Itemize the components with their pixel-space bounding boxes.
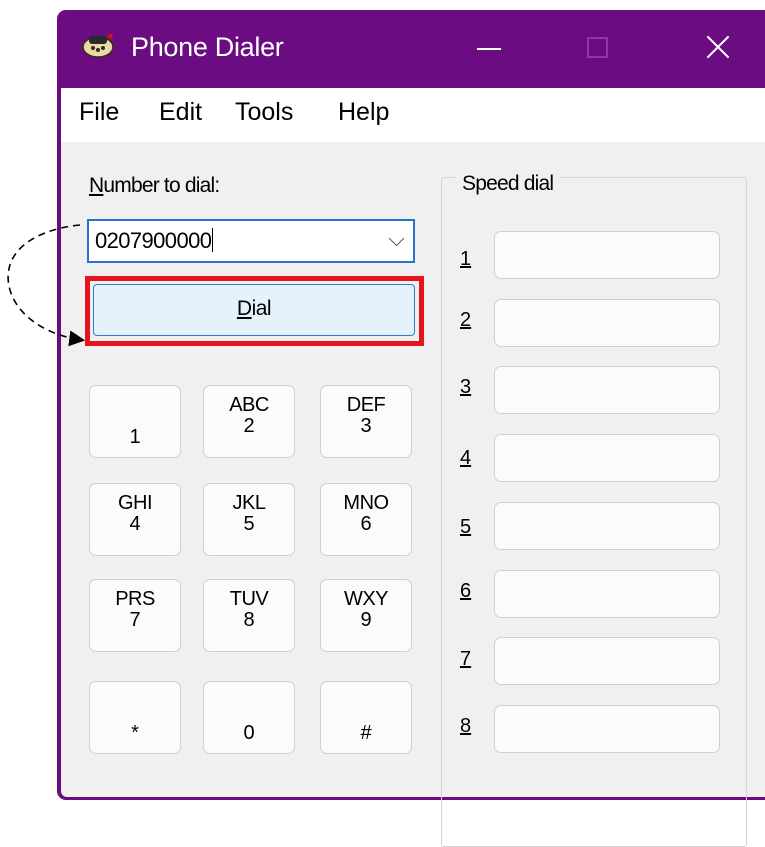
speed-dial-button-2[interactable] <box>494 299 720 347</box>
number-label-accelerator: N <box>89 174 104 197</box>
key-digit: 2 <box>243 415 255 437</box>
key-letters: GHI <box>117 492 153 514</box>
key-letters: MNO <box>343 492 389 514</box>
window-title: Phone Dialer <box>131 32 284 62</box>
speed-dial-button-6[interactable] <box>494 570 720 618</box>
key-digit: 5 <box>243 513 255 535</box>
dial-button[interactable]: Dial <box>93 284 415 336</box>
menu-edit[interactable]: Edit <box>159 98 202 127</box>
speed-dial-number-4: 4 <box>460 447 472 469</box>
number-label-text: umber to dial: <box>103 174 220 197</box>
keypad-key-4[interactable]: GHI 4 <box>89 483 181 556</box>
speed-dial-number-3: 3 <box>460 376 472 398</box>
close-button[interactable] <box>683 26 747 70</box>
speed-dial-number-8: 8 <box>460 715 472 737</box>
key-letters: JKL <box>232 492 266 514</box>
number-to-dial-combobox[interactable]: 0207900000 <box>87 219 415 263</box>
number-to-dial-input[interactable]: 0207900000 <box>95 228 214 254</box>
keypad-key-6[interactable]: MNO 6 <box>320 483 412 556</box>
keypad-key-9[interactable]: WXY 9 <box>320 579 412 652</box>
speed-dial-number-6: 6 <box>460 580 472 602</box>
speed-dial-number-1: 1 <box>460 248 472 270</box>
key-digit: 9 <box>360 609 372 631</box>
key-digit: 7 <box>129 609 141 631</box>
chevron-down-icon[interactable] <box>388 230 405 247</box>
menu-help[interactable]: Help <box>338 98 389 127</box>
keypad-key-hash[interactable]: # <box>320 681 412 754</box>
dial-accelerator: D <box>236 297 252 320</box>
keypad-key-8[interactable]: TUV 8 <box>203 579 295 652</box>
key-digit: * <box>131 722 139 744</box>
phone-dialer-app-icon <box>82 33 114 58</box>
key-digit: 4 <box>129 513 141 535</box>
speed-dial-button-5[interactable] <box>494 502 720 550</box>
keypad-key-5[interactable]: JKL 5 <box>203 483 295 556</box>
phone-dialer-window: Phone Dialer File Edit Tools Help Number… <box>57 10 765 847</box>
menu-tools[interactable]: Tools <box>235 98 293 127</box>
key-digit: 6 <box>360 513 372 535</box>
key-letters: TUV <box>229 588 269 610</box>
keypad-key-0[interactable]: 0 <box>203 681 295 754</box>
dial-label-text: ial <box>251 297 272 320</box>
minimize-button[interactable] <box>457 26 521 70</box>
speed-dial-button-4[interactable] <box>494 434 720 482</box>
keypad-key-star[interactable]: * <box>89 681 181 754</box>
key-digit: 8 <box>243 609 255 631</box>
key-letters: ABC <box>229 394 269 416</box>
key-digit: 1 <box>129 426 141 448</box>
speed-dial-number-2: 2 <box>460 309 472 331</box>
key-digit: 0 <box>243 722 255 744</box>
speed-dial-title: Speed dial <box>456 172 560 196</box>
key-letters: PRS <box>115 588 155 610</box>
speed-dial-button-1[interactable] <box>494 231 720 279</box>
number-value: 0207900000 <box>95 228 212 253</box>
text-caret <box>212 228 214 252</box>
keypad-key-2[interactable]: ABC 2 <box>203 385 295 458</box>
dialer-client-area: File Edit Tools Help Number to dial: 020… <box>61 88 765 847</box>
menu-file[interactable]: File <box>79 98 119 127</box>
speed-dial-number-7: 7 <box>460 648 472 670</box>
maximize-button[interactable] <box>563 26 627 70</box>
speed-dial-button-8[interactable] <box>494 705 720 753</box>
key-letters: WXY <box>343 588 389 610</box>
key-digit: 3 <box>360 415 372 437</box>
title-bar[interactable]: Phone Dialer <box>57 10 765 88</box>
speed-dial-button-7[interactable] <box>494 637 720 685</box>
keypad-key-3[interactable]: DEF 3 <box>320 385 412 458</box>
menu-bar: File Edit Tools Help <box>61 88 765 142</box>
key-digit: # <box>360 722 372 744</box>
speed-dial-button-3[interactable] <box>494 366 720 414</box>
key-letters: DEF <box>346 394 386 416</box>
speed-dial-number-5: 5 <box>460 516 472 538</box>
number-to-dial-label: Number to dial: <box>89 174 220 198</box>
keypad-key-1[interactable]: 1 <box>89 385 181 458</box>
keypad-key-7[interactable]: PRS 7 <box>89 579 181 652</box>
